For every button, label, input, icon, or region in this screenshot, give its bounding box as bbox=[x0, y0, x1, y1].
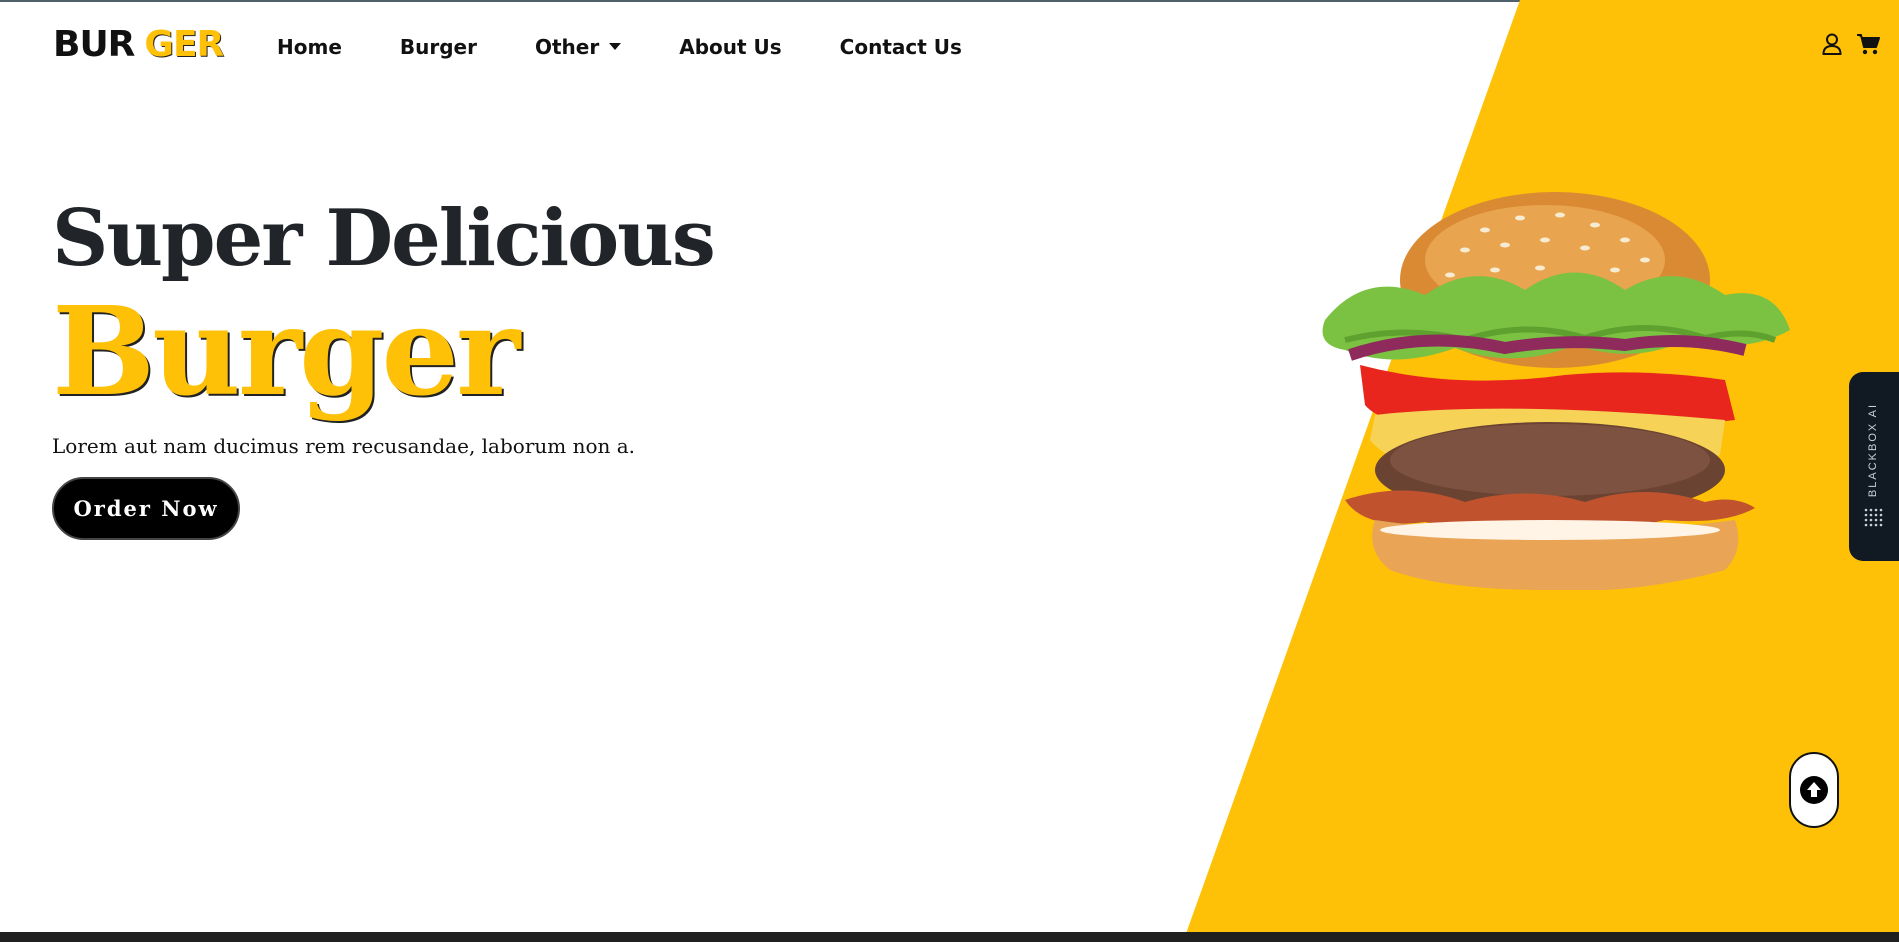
blackbox-ai-label-wrap: BLACKBOX AI bbox=[1857, 400, 1889, 500]
nav-link-contact-us[interactable]: Contact Us bbox=[840, 35, 962, 59]
nav-link-about-us[interactable]: About Us bbox=[679, 35, 781, 59]
cart-icon[interactable] bbox=[1856, 33, 1880, 60]
arrow-up-circle-icon bbox=[1800, 776, 1828, 804]
order-now-button[interactable]: Order Now bbox=[52, 477, 240, 540]
burger-image bbox=[1322, 192, 1790, 590]
hero-title-line1: Super Delicious bbox=[52, 193, 716, 284]
brand-logo-part2: GER bbox=[144, 24, 224, 65]
nav-dropdown-other[interactable]: Other bbox=[534, 35, 622, 59]
hero-section: Super Delicious Burger Lorem aut nam duc… bbox=[52, 193, 716, 540]
caret-down-icon bbox=[609, 43, 622, 50]
blackbox-logo-icon bbox=[1864, 508, 1883, 527]
user-icon[interactable] bbox=[1822, 33, 1842, 60]
brand-logo-part1: BUR bbox=[53, 24, 135, 65]
taskbar-edge bbox=[0, 932, 1899, 942]
brand-logo[interactable]: BUR GER bbox=[53, 24, 224, 65]
hero-description: Lorem aut nam ducimus rem recusandae, la… bbox=[52, 434, 636, 458]
hero-title-line2: Burger bbox=[52, 279, 520, 423]
nav-icons bbox=[1822, 33, 1880, 60]
navbar: BUR GER Home Burger Other About Us Contac… bbox=[0, 0, 1899, 92]
nav-link-burger[interactable]: Burger bbox=[400, 35, 477, 59]
nav-link-home[interactable]: Home bbox=[277, 35, 342, 59]
main-nav: Home Burger Other About Us Contact Us bbox=[277, 33, 962, 61]
nav-dropdown-other-label: Other bbox=[534, 35, 600, 59]
scroll-to-top-button[interactable] bbox=[1789, 752, 1839, 828]
blackbox-ai-label: BLACKBOX AI bbox=[1867, 402, 1879, 498]
